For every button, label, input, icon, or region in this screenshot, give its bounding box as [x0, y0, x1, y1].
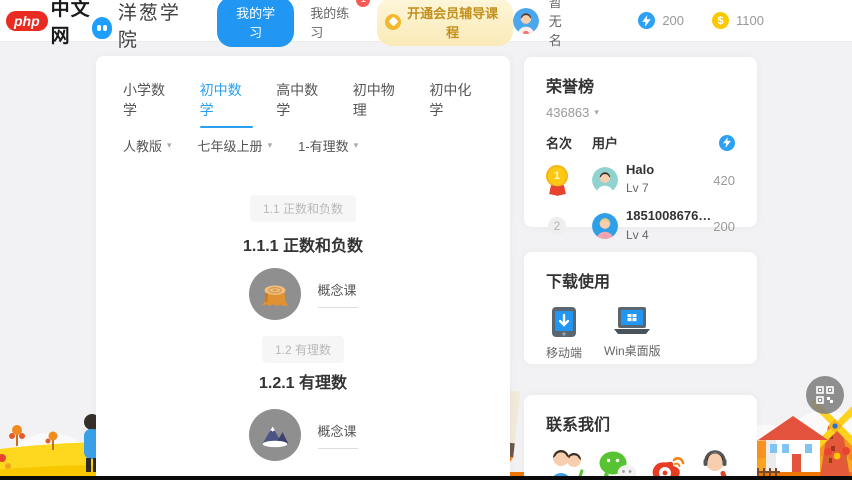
php-logo[interactable]: php	[6, 11, 48, 31]
lesson-title: 1.1.1 正数和负数	[243, 232, 363, 256]
download-title: 下载使用	[546, 268, 735, 292]
edition-dropdown[interactable]: 人教版 ▾	[123, 136, 172, 155]
tab-junior-chemistry[interactable]: 初中化学	[429, 80, 483, 128]
grade-dropdown[interactable]: 七年级上册 ▾	[198, 136, 273, 155]
honor-row: 1 Halo Lv 7 420	[546, 162, 735, 198]
honor-row: 2 1851008676… Lv 4 200	[546, 208, 735, 244]
windows-download-link[interactable]: Win桌面版	[604, 306, 661, 361]
chapter-dropdown[interactable]: 1-有理数 ▾	[298, 136, 358, 155]
bottom-bar	[0, 476, 852, 480]
avatar	[592, 213, 618, 239]
chapter-badge: 1.1 正数和负数	[250, 195, 356, 222]
energy-icon	[719, 135, 735, 151]
honor-roll-card: 荣誉榜 436863 ▾ 名次 用户 1 Halo	[524, 57, 757, 227]
chapter-badge: 1.2 有理数	[262, 336, 344, 363]
chevron-down-icon: ▾	[594, 107, 599, 118]
coin-balance: $ 1100	[712, 12, 764, 29]
laptop-windows-icon	[612, 306, 652, 336]
rank-badge: 2	[548, 217, 566, 235]
honor-user-name: 1851008676…	[626, 208, 710, 224]
energy-balance: 200	[638, 12, 684, 29]
user-name[interactable]: 暂无名	[549, 0, 569, 49]
qr-code-button[interactable]	[806, 376, 844, 414]
energy-icon	[638, 12, 655, 29]
top-header: php 中文网 洋葱学院 我的学习 我的练习 1 开通会员辅导课程 暂无名 20…	[0, 0, 852, 42]
coin-icon: $	[712, 12, 729, 29]
avatar	[592, 167, 618, 193]
tab-senior-math[interactable]: 高中数学	[276, 80, 330, 128]
header-nav: 我的学习 我的练习 1 开通会员辅导课程	[217, 0, 513, 47]
chevron-down-icon: ▾	[167, 140, 172, 151]
mobile-download-icon	[551, 306, 577, 338]
tree-stump-icon[interactable]	[249, 268, 301, 320]
gold-medal-icon: 1	[546, 165, 568, 195]
sidebar: 荣誉榜 436863 ▾ 名次 用户 1 Halo	[524, 57, 757, 480]
honor-roll-title: 荣誉榜	[546, 73, 735, 97]
chevron-down-icon: ▾	[268, 140, 273, 151]
gem-icon	[385, 14, 401, 30]
contact-title: 联系我们	[546, 411, 735, 435]
honor-table-header: 名次 用户	[546, 133, 735, 152]
lesson-type-label: 概念课	[318, 421, 358, 449]
tab-primary-math[interactable]: 小学数学	[123, 80, 177, 128]
lesson-card-mountain[interactable]: 概念课	[249, 409, 358, 461]
download-card: 下载使用 移动端	[524, 252, 757, 364]
user-area: 暂无名 200 $ 1100	[513, 0, 782, 49]
mobile-download-link[interactable]: 移动端	[546, 306, 582, 361]
honor-user-score: 420	[713, 173, 735, 188]
practice-count-badge: 1	[356, 0, 370, 7]
contact-card: 联系我们	[524, 395, 757, 480]
mountain-icon[interactable]	[249, 409, 301, 461]
lesson-type-label: 概念课	[318, 280, 358, 308]
honor-user-score: 200	[713, 219, 735, 234]
honor-group-dropdown[interactable]: 436863 ▾	[546, 105, 735, 120]
course-filters: 人教版 ▾ 七年级上册 ▾ 1-有理数 ▾	[123, 136, 483, 155]
lesson-card-stump[interactable]: 概念课	[249, 268, 358, 320]
my-practice-link[interactable]: 我的练习 1	[306, 0, 361, 47]
vip-upgrade-button[interactable]: 开通会员辅导课程	[377, 0, 512, 46]
user-avatar[interactable]	[513, 8, 539, 34]
honor-user-name: Halo	[626, 162, 710, 178]
subject-tabs: 小学数学 初中数学 高中数学 初中物理 初中化学	[123, 80, 483, 128]
brand-title: 洋葱学院	[118, 0, 195, 52]
qr-code-icon	[816, 386, 834, 404]
site-logo[interactable]: php 中文网 洋葱学院	[6, 0, 195, 52]
lesson-title: 1.2.1 有理数	[259, 369, 347, 393]
honor-user-level: Lv 4	[626, 228, 649, 242]
honor-user-level: Lv 7	[626, 181, 649, 195]
course-panel: 小学数学 初中数学 高中数学 初中物理 初中化学 人教版 ▾ 七年级上册 ▾ 1…	[96, 56, 510, 480]
my-learning-button[interactable]: 我的学习	[217, 0, 294, 47]
tab-junior-physics[interactable]: 初中物理	[353, 80, 407, 128]
chevron-down-icon: ▾	[354, 140, 359, 151]
onion-mascot-icon	[92, 17, 112, 39]
tab-junior-math[interactable]: 初中数学	[200, 80, 254, 128]
